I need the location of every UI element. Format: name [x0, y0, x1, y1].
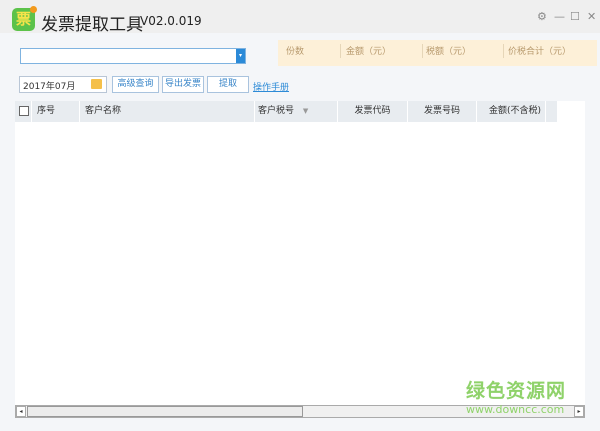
gear-icon[interactable]: ⚙	[537, 10, 547, 23]
minimize-button[interactable]: —	[554, 10, 565, 23]
col-customer-name[interactable]: 客户名称	[80, 101, 255, 122]
scroll-left-button[interactable]: ◂	[16, 406, 26, 417]
filter-icon[interactable]: ▼	[303, 107, 308, 115]
col-invoice-number[interactable]: 发票号码	[408, 101, 477, 122]
col-index[interactable]: 序号	[32, 101, 80, 122]
advanced-query-button[interactable]: 高级查询	[112, 76, 159, 93]
select-all-cell	[15, 101, 32, 122]
col-amount[interactable]: 金额(不含税)	[477, 101, 546, 122]
col-customer-tax-id[interactable]: 客户税号 ▼	[255, 101, 338, 122]
company-select[interactable]: ▾	[20, 48, 246, 64]
chevron-down-icon[interactable]: ▾	[236, 49, 245, 63]
divider	[503, 44, 504, 58]
summary-panel: 份数 金额（元） 税额（元） 价税合计（元）	[278, 40, 597, 66]
divider	[340, 44, 341, 58]
export-button[interactable]: 导出发票	[162, 76, 204, 93]
divider	[422, 44, 423, 58]
app-logo: 票	[12, 6, 37, 31]
date-picker[interactable]: 2017年07月	[19, 76, 107, 93]
manual-link[interactable]: 操作手册	[253, 80, 289, 93]
total-label: 价税合计（元）	[508, 47, 572, 57]
date-value: 2017年07月	[23, 82, 76, 92]
calendar-icon[interactable]	[91, 79, 102, 89]
watermark-url: www.downcc.com	[466, 403, 565, 416]
watermark-text: 绿色资源网	[466, 380, 567, 402]
col-customer-tax-id-label: 客户税号	[258, 106, 295, 116]
tax-label: 税额（元）	[426, 47, 472, 57]
app-version: V02.0.019	[140, 14, 202, 28]
invoice-table: 序号 客户名称 客户税号 ▼ 发票代码 发票号码 金额(不含税) ◂ ▸	[15, 101, 585, 418]
scrollbar-thumb[interactable]	[27, 406, 303, 417]
close-button[interactable]: ✕	[587, 10, 596, 23]
table-header: 序号 客户名称 客户税号 ▼ 发票代码 发票号码 金额(不含税)	[15, 101, 557, 122]
extract-button[interactable]: 提取	[207, 76, 249, 93]
select-all-checkbox[interactable]	[19, 106, 29, 116]
scroll-right-button[interactable]: ▸	[574, 406, 584, 417]
count-label: 份数	[286, 47, 305, 57]
maximize-button[interactable]: ☐	[570, 10, 580, 23]
col-invoice-code[interactable]: 发票代码	[338, 101, 408, 122]
app-title: 发票提取工具	[41, 15, 143, 35]
title-bar: 票 发票提取工具 V02.0.019 ⚙ — ☐ ✕	[0, 0, 600, 35]
amount-label: 金额（元）	[346, 47, 392, 57]
